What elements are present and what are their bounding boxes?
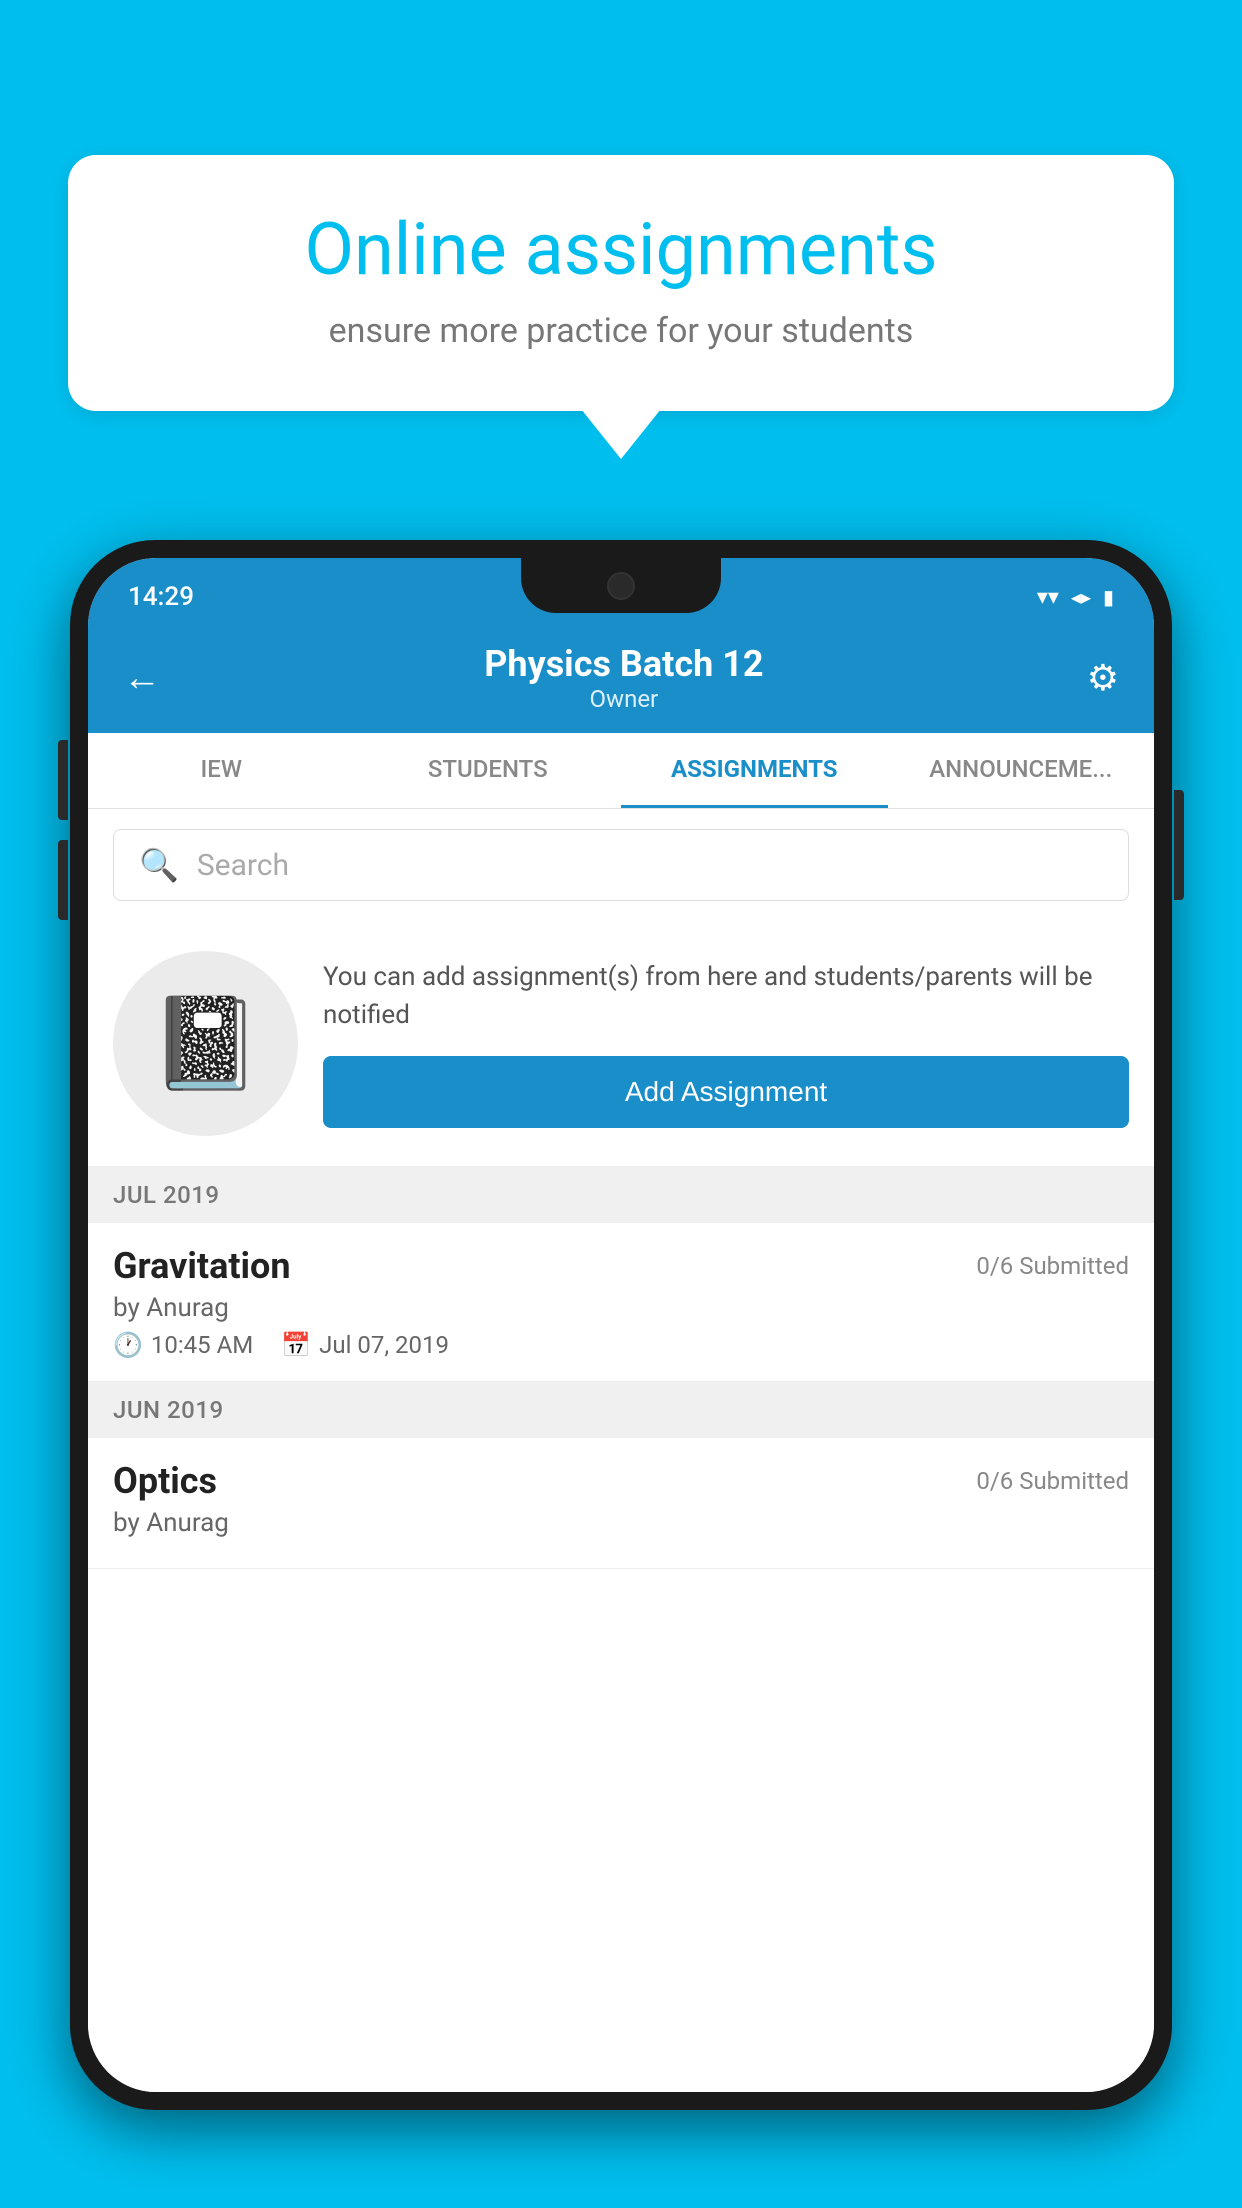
battery-icon: ▮ — [1103, 585, 1114, 609]
assignment-author-gravitation: by Anurag — [113, 1293, 1129, 1323]
notebook-icon: 📓 — [149, 991, 261, 1096]
assignment-meta-gravitation: 🕐 10:45 AM 📅 Jul 07, 2019 — [113, 1331, 1129, 1359]
assignment-author-optics: by Anurag — [113, 1508, 1129, 1538]
speech-bubble: Online assignments ensure more practice … — [68, 155, 1174, 411]
add-assignment-button[interactable]: Add Assignment — [323, 1056, 1129, 1128]
speech-bubble-subtitle: ensure more practice for your students — [133, 311, 1109, 351]
section-header-jun2019: JUN 2019 — [88, 1382, 1154, 1438]
assignment-date-gravitation: 📅 Jul 07, 2019 — [281, 1331, 449, 1359]
search-icon: 🔍 — [139, 846, 179, 884]
volume-down-button[interactable] — [58, 840, 68, 920]
volume-up-button[interactable] — [58, 740, 68, 820]
assignment-row1: Gravitation 0/6 Submitted — [113, 1245, 1129, 1287]
tab-announcements[interactable]: ANNOUNCEME... — [888, 733, 1155, 808]
tab-students[interactable]: STUDENTS — [355, 733, 622, 808]
phone-camera — [607, 572, 635, 600]
app-toolbar: ← Physics Batch 12 Owner ⚙ — [88, 628, 1154, 733]
assignment-submitted-gravitation: 0/6 Submitted — [976, 1252, 1129, 1280]
phone-container: 14:29 ▾▾ ◂▸ ▮ ← Physics Batch 12 Owner ⚙… — [70, 540, 1172, 2208]
assignment-time-label: 10:45 AM — [151, 1331, 253, 1359]
assignment-promo: 📓 You can add assignment(s) from here an… — [88, 921, 1154, 1167]
toolbar-title: Physics Batch 12 — [484, 643, 763, 685]
toolbar-center: Physics Batch 12 Owner — [484, 643, 763, 713]
assignment-date-label: Jul 07, 2019 — [319, 1331, 449, 1359]
list-item[interactable]: Gravitation 0/6 Submitted by Anurag 🕐 10… — [88, 1223, 1154, 1382]
promo-content: You can add assignment(s) from here and … — [323, 959, 1129, 1128]
wifi-icon: ▾▾ — [1037, 585, 1059, 610]
status-icons: ▾▾ ◂▸ ▮ — [1037, 585, 1114, 610]
tabs-bar: IEW STUDENTS ASSIGNMENTS ANNOUNCEME... — [88, 733, 1154, 809]
signal-icon: ◂▸ — [1071, 585, 1091, 609]
speech-bubble-title: Online assignments — [133, 210, 1109, 289]
toolbar-subtitle: Owner — [484, 685, 763, 713]
back-button[interactable]: ← — [123, 656, 161, 700]
search-container: 🔍 Search — [88, 809, 1154, 921]
tab-iew[interactable]: IEW — [88, 733, 355, 808]
assignment-row1-optics: Optics 0/6 Submitted — [113, 1460, 1129, 1502]
list-item[interactable]: Optics 0/6 Submitted by Anurag — [88, 1438, 1154, 1569]
search-input-placeholder[interactable]: Search — [197, 848, 289, 883]
assignment-time-gravitation: 🕐 10:45 AM — [113, 1331, 253, 1359]
phone-notch — [521, 558, 721, 613]
assignment-name-optics: Optics — [113, 1460, 217, 1502]
settings-icon[interactable]: ⚙ — [1087, 657, 1119, 699]
search-box[interactable]: 🔍 Search — [113, 829, 1129, 901]
section-header-jul2019: JUL 2019 — [88, 1167, 1154, 1223]
phone-outer: 14:29 ▾▾ ◂▸ ▮ ← Physics Batch 12 Owner ⚙… — [70, 540, 1172, 2110]
promo-icon-circle: 📓 — [113, 951, 298, 1136]
status-time: 14:29 — [128, 582, 194, 612]
clock-icon: 🕐 — [113, 1331, 143, 1359]
assignment-submitted-optics: 0/6 Submitted — [976, 1467, 1129, 1495]
speech-bubble-container: Online assignments ensure more practice … — [68, 155, 1174, 411]
tab-assignments[interactable]: ASSIGNMENTS — [621, 733, 888, 808]
phone-screen: 14:29 ▾▾ ◂▸ ▮ ← Physics Batch 12 Owner ⚙… — [88, 558, 1154, 2092]
promo-text: You can add assignment(s) from here and … — [323, 959, 1129, 1034]
calendar-icon: 📅 — [281, 1331, 311, 1359]
power-button[interactable] — [1174, 790, 1184, 900]
content-area: 🔍 Search 📓 You can add assignment(s) fro… — [88, 809, 1154, 2092]
assignment-name-gravitation: Gravitation — [113, 1245, 291, 1287]
